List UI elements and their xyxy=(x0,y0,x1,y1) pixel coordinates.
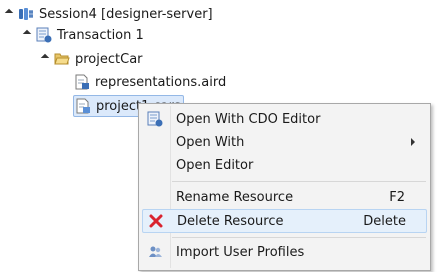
tree-item-label: Transaction 1 xyxy=(57,27,144,43)
session-icon xyxy=(18,6,34,22)
cdo-editor-icon xyxy=(147,111,163,127)
tree-item-transaction[interactable]: Transaction 1 xyxy=(22,25,144,45)
aird-file-icon xyxy=(74,74,90,90)
menu-item-label: Import User Profiles xyxy=(176,244,305,260)
tree-item-file[interactable]: representations.aird xyxy=(74,72,226,92)
menu-item-label: Open With CDO Editor xyxy=(176,111,321,127)
menu-item-open-editor[interactable]: Open Editor xyxy=(142,154,425,176)
model-file-icon xyxy=(75,98,91,114)
menu-item-open-with-cdo-editor[interactable]: Open With CDO Editor xyxy=(142,108,425,130)
menu-item-open-with[interactable]: Open With xyxy=(142,131,425,153)
tree-item-session[interactable]: Session4 [designer-server] xyxy=(4,4,213,24)
menu-separator xyxy=(172,181,426,182)
folder-open-icon xyxy=(54,51,70,67)
tree-item-label: representations.aird xyxy=(95,74,227,90)
menu-item-label: Rename Resource xyxy=(176,189,294,205)
menu-item-label: Delete Resource xyxy=(177,213,284,229)
menu-item-label: Open Editor xyxy=(176,157,254,173)
menu-item-delete-resource[interactable]: Delete Resource Delete xyxy=(142,209,427,233)
tree-item-label: projectCar xyxy=(75,51,143,67)
tree-item-project[interactable]: projectCar xyxy=(40,49,143,69)
delete-icon xyxy=(148,213,164,229)
menu-separator xyxy=(172,237,426,238)
menu-item-label: Open With xyxy=(176,134,245,150)
menu-item-shortcut: F2 xyxy=(389,189,405,205)
collapse-arrow-icon[interactable] xyxy=(4,8,14,19)
menu-item-import-user-profiles[interactable]: Import User Profiles xyxy=(142,241,425,263)
tree-item-label: Session4 [designer-server] xyxy=(39,6,213,22)
collapse-arrow-icon[interactable] xyxy=(40,53,50,64)
menu-item-rename-resource[interactable]: Rename Resource F2 xyxy=(142,186,425,208)
submenu-arrow-icon xyxy=(411,138,415,146)
transaction-icon xyxy=(36,27,52,43)
menu-item-shortcut: Delete xyxy=(363,213,406,229)
users-icon xyxy=(147,244,163,260)
context-menu: Open With CDO Editor Open With Open Edit… xyxy=(138,103,431,271)
collapse-arrow-icon[interactable] xyxy=(22,29,32,40)
